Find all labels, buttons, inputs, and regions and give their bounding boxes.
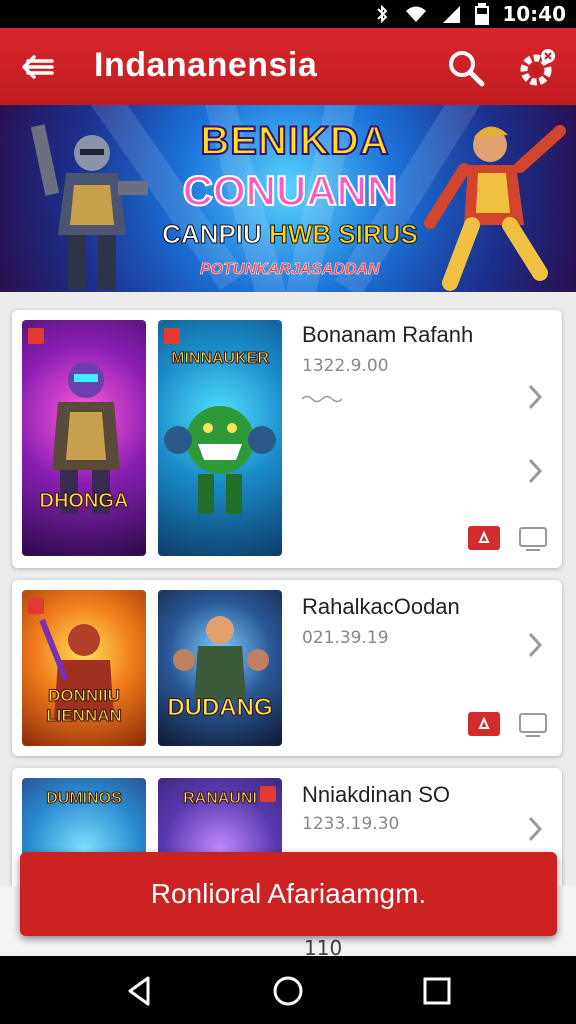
nav-recents-icon[interactable] (420, 974, 454, 1008)
game-number: 1322.9.00 (302, 356, 389, 376)
squiggle-icon (302, 395, 342, 403)
battery-icon (475, 3, 490, 25)
nav-back-icon[interactable] (122, 974, 156, 1008)
thumbnail-caption: DONNIIU LIENNAN (46, 686, 123, 726)
game-thumbnail[interactable]: MINNAUKER (158, 320, 282, 556)
banner-subtitle-c: SIRUS (338, 219, 418, 250)
search-icon[interactable] (446, 48, 486, 88)
status-bar: 10:40 (0, 0, 576, 28)
banner-tagline: POTUNKARJASADDAN (200, 261, 380, 279)
game-number: 1233.19.30 (302, 814, 400, 834)
clock: 10:40 (502, 2, 566, 26)
thumbnail-caption: DHONGA (39, 490, 129, 513)
chevron-right-icon[interactable] (524, 630, 546, 660)
play-icon (478, 716, 490, 729)
banner-subtitle-a: CANPIU (162, 219, 263, 250)
snackbar[interactable]: Ronliorаl Afariaamgm. (20, 852, 557, 936)
promo-banner[interactable]: BENIKDA CONUANN CANPIU HWB SIRUS POTUNKA… (0, 105, 576, 292)
bluetooth-icon (377, 4, 388, 24)
play-button[interactable] (468, 526, 500, 550)
device-icon[interactable] (518, 526, 548, 552)
nav-home-icon[interactable] (271, 974, 305, 1008)
app-title: Indananensia (94, 46, 318, 84)
wifi-icon (406, 6, 427, 22)
game-number: 021.39.19 (302, 628, 389, 648)
game-thumbnail[interactable]: DONNIIU LIENNAN (22, 590, 146, 746)
banner-subtitle-b: HWB (269, 219, 332, 250)
chevron-right-icon[interactable] (524, 814, 546, 844)
chevron-right-icon[interactable] (524, 382, 546, 412)
game-title: Bonanam Rafanh (302, 322, 474, 347)
signal-icon (443, 6, 461, 23)
game-thumbnail[interactable]: DHONGA (22, 320, 146, 556)
game-card[interactable]: DONNIIU LIENNAN DUDANG RahalkacOodan 021… (12, 580, 562, 756)
thumbnail-caption: MINNAUKER (171, 350, 270, 368)
game-thumbnail[interactable]: DUDANG (158, 590, 282, 746)
banner-headline-2: CONUANN (182, 166, 399, 215)
thumbnail-caption: DUMINOS (46, 790, 123, 808)
chevron-right-icon[interactable] (524, 456, 546, 486)
armored-hero-illustration (30, 124, 148, 290)
system-nav-bar (0, 956, 576, 1024)
device-icon[interactable] (518, 712, 548, 738)
thumbnail-caption: RANAUNI (183, 790, 258, 808)
play-button[interactable] (468, 712, 500, 736)
play-icon (478, 530, 490, 543)
gear-icon[interactable] (514, 46, 558, 90)
squad-illustration (173, 616, 269, 700)
banner-subtitle: CANPIU HWB SIRUS (150, 219, 430, 250)
game-title: RahalkacOodan (302, 594, 460, 619)
game-title: Nniakdinan SO (302, 782, 450, 807)
back-arrow-icon[interactable] (18, 48, 56, 86)
banner-headline-1: BENIKDA (199, 118, 390, 164)
flying-hero-illustration (424, 125, 566, 291)
app-bar: Indananensia (0, 28, 576, 105)
thumbnail-caption: DUDANG (167, 694, 273, 722)
warrior-illustration (52, 362, 120, 514)
game-card[interactable]: DHONGA MINNAUKER Bonanam Rafanh 1322.9.0… (12, 310, 562, 568)
